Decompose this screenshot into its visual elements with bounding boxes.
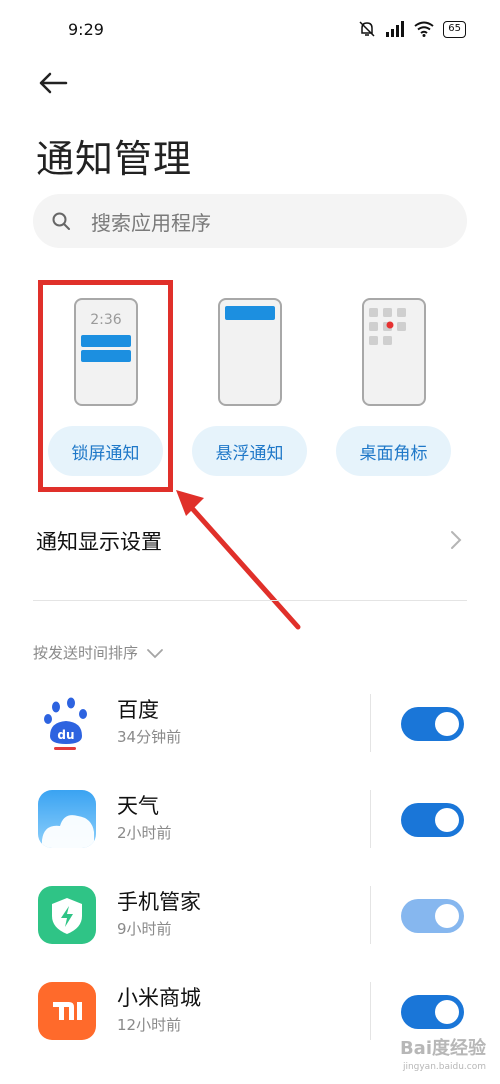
mi-store-icon [38,982,96,1040]
preview-banner [225,306,275,320]
divider [370,886,371,944]
app-row-weather[interactable]: 天气 2小时前 [0,772,500,868]
arrow-left-icon [39,72,68,94]
app-grid-icon [369,308,406,345]
floating-notification-card[interactable]: 悬浮通知 [192,290,312,480]
toggle-knob [435,1000,459,1024]
app-time: 9小时前 [117,920,172,938]
notification-display-settings-label: 通知显示设置 [36,530,162,554]
notification-display-settings[interactable]: 通知显示设置 [36,510,466,570]
svg-text:du: du [57,728,74,742]
watermark: Bai度经验 jingyan.baidu.com [400,1040,486,1076]
app-name: 天气 [117,794,159,818]
notification-toggle[interactable] [401,995,464,1029]
watermark-brand: Bai度经验 [399,1038,486,1059]
notification-toggle[interactable] [401,803,464,837]
wifi-icon [414,21,434,37]
floating-notification-button[interactable]: 悬浮通知 [192,426,307,476]
badge-preview [362,298,426,406]
back-button[interactable] [36,66,70,100]
watermark-url: jingyan.baidu.com [402,1062,486,1072]
status-bar: 9:29 65 [0,0,500,60]
weather-icon [38,790,96,848]
page-title: 通知管理 [36,137,193,181]
sort-dropdown[interactable]: 按发送时间排序 [33,642,164,663]
status-time: 9:29 [68,20,104,39]
divider [370,982,371,1040]
divider [370,790,371,848]
chevron-down-icon [147,648,163,658]
divider [33,600,467,601]
app-row-baidu[interactable]: du 百度 34分钟前 [0,676,500,772]
baidu-icon: du [38,694,96,752]
notification-toggle[interactable] [401,899,464,933]
floating-preview [218,298,282,406]
badge-notification-button[interactable]: 桌面角标 [336,426,451,476]
search-bar[interactable]: 搜索应用程序 [33,194,467,248]
bell-off-icon [359,21,375,37]
signal-icon [386,21,405,37]
highlight-box [38,280,173,492]
divider [370,694,371,752]
security-icon [38,886,96,944]
app-time: 12小时前 [117,1016,182,1034]
notification-toggle[interactable] [401,707,464,741]
toggle-knob [435,904,459,928]
app-time: 34分钟前 [117,728,182,746]
toggle-knob [435,712,459,736]
battery-indicator: 65 [443,20,466,38]
app-time: 2小时前 [117,824,172,842]
chevron-right-icon [451,531,462,549]
sort-label: 按发送时间排序 [33,644,139,662]
app-name: 百度 [117,698,159,722]
badge-notification-card[interactable]: 桌面角标 [336,290,456,480]
status-icons: 65 [358,20,466,38]
app-name: 手机管家 [117,890,201,914]
app-row-security[interactable]: 手机管家 9小时前 [0,868,500,964]
app-name: 小米商城 [117,986,201,1010]
search-icon [51,210,73,232]
toggle-knob [435,808,459,832]
search-placeholder: 搜索应用程序 [91,210,211,235]
